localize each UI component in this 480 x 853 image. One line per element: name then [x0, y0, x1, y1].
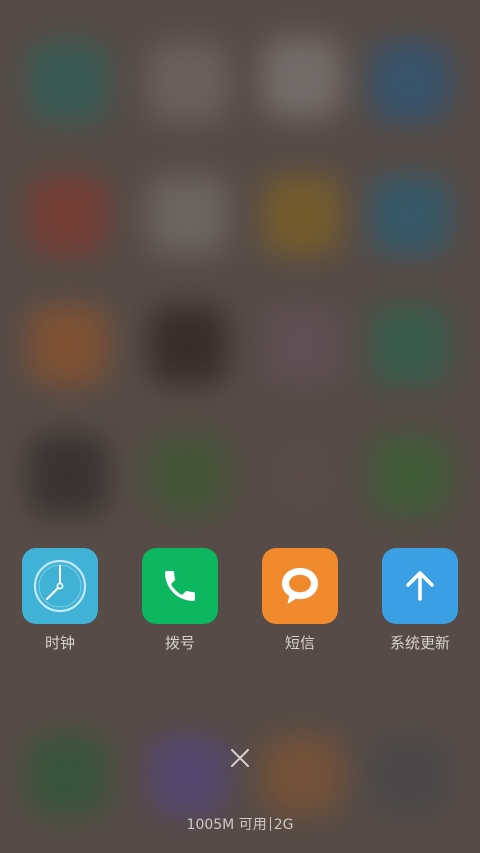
recent-app-label: 短信	[284, 634, 315, 652]
close-icon	[231, 749, 249, 767]
memory-available: 1005M 可用	[186, 817, 267, 833]
recent-apps-row: 时钟 拨号 短信 系统更新	[0, 548, 480, 668]
recent-app-dialer[interactable]: 拨号	[120, 548, 240, 653]
clear-all-button[interactable]	[222, 740, 258, 776]
message-icon	[262, 548, 338, 624]
recent-app-label: 时钟	[44, 634, 75, 652]
phone-icon	[142, 548, 218, 624]
recent-app-label: 系统更新	[389, 634, 450, 652]
recent-apps-screen: 时钟 拨号 短信 系统更新 1005M 可用 2G	[0, 0, 480, 853]
memory-status: 1005M 可用 2G	[0, 815, 480, 835]
arrow-up-icon	[382, 548, 458, 624]
recent-app-label: 拨号	[164, 634, 195, 652]
recent-app-system-update[interactable]: 系统更新	[360, 548, 480, 653]
recent-app-messages[interactable]: 短信	[240, 548, 360, 653]
recent-app-clock[interactable]: 时钟	[0, 548, 120, 653]
memory-total: 2G	[273, 817, 294, 833]
clock-icon	[22, 548, 98, 624]
divider	[269, 817, 271, 831]
